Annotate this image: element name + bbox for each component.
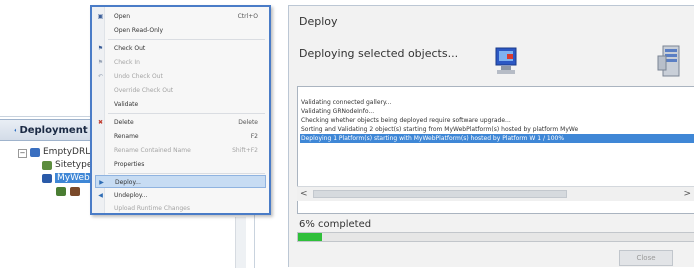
menu-item-label: Rename Contained Name bbox=[114, 147, 191, 154]
menu-item-shortcut: F2 bbox=[250, 133, 258, 140]
delete-icon: ✖ bbox=[97, 119, 104, 126]
menu-item-label: Override Check Out bbox=[114, 87, 174, 94]
menu-item-undo-check-out[interactable]: ↶ Undo Check Out bbox=[95, 70, 266, 83]
check-in-icon: ⚑ bbox=[97, 59, 104, 66]
menu-item-rename-contained-name[interactable]: Rename Contained Name Shift+F2 bbox=[95, 144, 266, 157]
scroll-left-icon[interactable]: < bbox=[300, 187, 308, 201]
dialog-status-text: Deploying selected objects... bbox=[299, 47, 459, 60]
progress-fill bbox=[298, 233, 322, 241]
menu-item-shortcut: Shift+F2 bbox=[232, 147, 258, 154]
menu-separator bbox=[108, 113, 265, 114]
progress-bar bbox=[297, 232, 694, 242]
menu-item-open-read-only[interactable]: Open Read-Only bbox=[95, 24, 266, 37]
open-icon: ▣ bbox=[97, 13, 104, 20]
workstation-icon bbox=[495, 47, 517, 74]
menu-item-label: Validate bbox=[114, 101, 139, 108]
deployment-tab[interactable]: Deployment × bbox=[0, 119, 100, 141]
log-line: Validating GRNodeInfo... bbox=[301, 108, 375, 115]
vertical-scrollbar[interactable] bbox=[235, 217, 246, 268]
platform-icon bbox=[42, 174, 52, 183]
log-line-selected[interactable]: Deploying 1 Platform(s) starting with My… bbox=[300, 134, 694, 143]
menu-item-label: Rename bbox=[114, 133, 139, 140]
menu-item-label: Check Out bbox=[114, 45, 146, 52]
menu-item-shortcut: Delete bbox=[238, 119, 258, 126]
log-line: Checking whether objects being deployed … bbox=[301, 117, 511, 124]
dialog-title: Deploy bbox=[299, 15, 338, 28]
log-line: Sorting and Validating 2 object(s) start… bbox=[301, 126, 579, 133]
undo-check-out-icon: ↶ bbox=[97, 73, 104, 80]
menu-item-label: Properties bbox=[114, 161, 145, 168]
menu-item-rename[interactable]: Rename F2 bbox=[95, 130, 266, 143]
galaxy-icon bbox=[30, 148, 40, 157]
menu-item-properties[interactable]: Properties bbox=[95, 158, 266, 171]
menu-item-label: Undeploy... bbox=[114, 192, 148, 199]
menu-item-override-check-out[interactable]: Override Check Out bbox=[95, 84, 266, 97]
menu-item-upload-runtime-changes[interactable]: Upload Runtime Changes bbox=[95, 202, 266, 215]
tree-node-label: Sitetype bbox=[55, 160, 93, 170]
menu-item-undeploy[interactable]: ◀ Undeploy... bbox=[95, 189, 266, 202]
menu-separator bbox=[108, 39, 265, 40]
progress-label: 6% completed bbox=[299, 219, 372, 230]
menu-item-validate[interactable]: Validate bbox=[95, 98, 266, 111]
engine-icon bbox=[56, 187, 66, 196]
scroll-right-icon[interactable]: > bbox=[683, 187, 691, 201]
deployment-icon bbox=[14, 128, 17, 132]
menu-item-label: Undo Check Out bbox=[114, 73, 163, 80]
scrollbar-thumb[interactable] bbox=[313, 190, 567, 198]
deploy-icon: ▶ bbox=[99, 179, 104, 186]
menu-separator bbox=[108, 173, 265, 174]
log-line: Validating connected gallery... bbox=[301, 99, 392, 106]
check-out-icon: ⚑ bbox=[97, 45, 104, 52]
object-icon bbox=[70, 187, 80, 196]
deploy-dialog: Deploy Deploying selected objects... Val… bbox=[288, 5, 694, 267]
menu-item-check-in[interactable]: ⚑ Check In bbox=[95, 56, 266, 69]
deployment-tab-title: Deployment bbox=[19, 124, 88, 136]
menu-item-shortcut: Ctrl+O bbox=[237, 13, 258, 20]
server-icon bbox=[657, 45, 680, 77]
horizontal-scrollbar[interactable]: < > bbox=[297, 186, 694, 201]
menu-item-check-out[interactable]: ⚑ Check Out bbox=[95, 42, 266, 55]
tree-node-label: MyWeb bbox=[55, 173, 92, 183]
context-menu: ▣ Open Ctrl+O Open Read-Only ⚑ Check Out… bbox=[90, 5, 271, 215]
menu-item-label: Open bbox=[114, 13, 131, 20]
area-icon bbox=[42, 161, 52, 170]
close-button[interactable]: Close bbox=[619, 250, 673, 266]
collapse-icon[interactable]: − bbox=[18, 149, 27, 158]
undeploy-icon: ◀ bbox=[98, 192, 103, 199]
menu-item-label: Delete bbox=[114, 119, 134, 126]
menu-item-delete[interactable]: ✖ Delete Delete bbox=[95, 116, 266, 129]
menu-item-open[interactable]: ▣ Open Ctrl+O bbox=[95, 10, 266, 23]
menu-item-label: Deploy... bbox=[115, 179, 141, 186]
menu-item-label: Open Read-Only bbox=[114, 27, 164, 34]
tree-node-label: EmptyDRL bbox=[43, 147, 91, 157]
menu-item-label: Check In bbox=[114, 59, 140, 66]
menu-item-deploy[interactable]: ▶ Deploy... bbox=[95, 175, 266, 188]
menu-item-label: Upload Runtime Changes bbox=[114, 205, 190, 212]
